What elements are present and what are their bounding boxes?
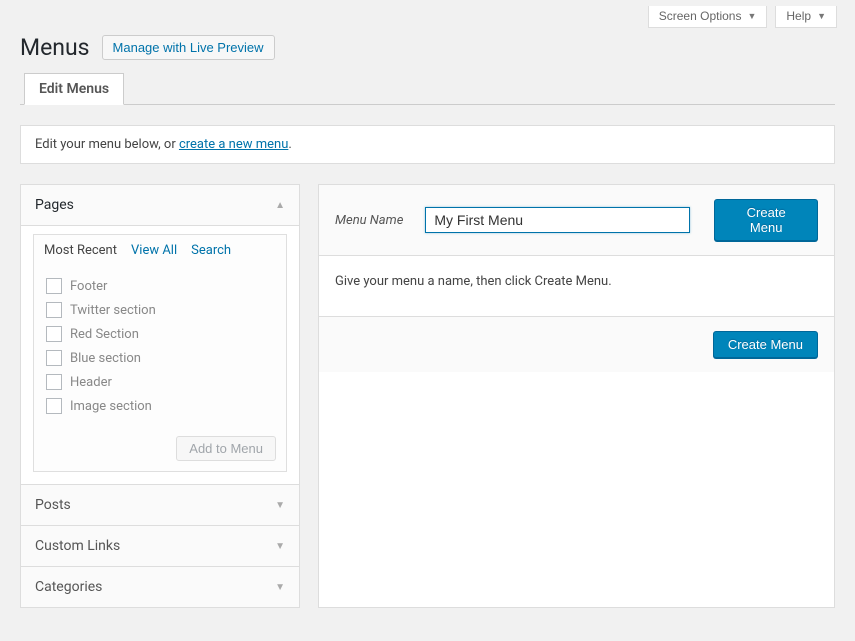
menu-body-text: Give your menu a name, then click Create… xyxy=(319,256,834,316)
menu-name-label: Menu Name xyxy=(335,213,413,228)
pages-tab-view-all[interactable]: View All xyxy=(131,243,177,260)
manage-live-preview-button[interactable]: Manage with Live Preview xyxy=(102,35,275,60)
accordion-custom-links-title[interactable]: Custom Links ▼ xyxy=(21,525,299,566)
page-item[interactable]: Footer xyxy=(46,274,274,298)
chevron-down-icon: ▼ xyxy=(275,582,285,593)
page-item-label: Header xyxy=(70,375,112,390)
chevron-up-icon: ▲ xyxy=(275,200,285,211)
tab-edit-menus[interactable]: Edit Menus xyxy=(24,73,124,105)
page-checkbox[interactable] xyxy=(46,302,62,318)
chevron-down-icon: ▼ xyxy=(275,500,285,511)
menu-name-input[interactable] xyxy=(425,207,690,233)
screen-options-label: Screen Options xyxy=(659,9,742,23)
create-menu-button-top[interactable]: Create Menu xyxy=(714,199,818,241)
page-checkbox[interactable] xyxy=(46,374,62,390)
help-button[interactable]: Help ▼ xyxy=(775,6,837,28)
add-to-menu-button[interactable]: Add to Menu xyxy=(176,436,276,461)
page-checkbox[interactable] xyxy=(46,398,62,414)
page-item[interactable]: Red Section xyxy=(46,322,274,346)
help-label: Help xyxy=(786,9,811,23)
page-item-label: Footer xyxy=(70,279,107,294)
notice-prefix: Edit your menu below, or xyxy=(35,137,179,152)
accordion-pages-label: Pages xyxy=(35,197,74,213)
accordion-pages-content: Most Recent View All Search Footer Twitt… xyxy=(21,226,299,484)
page-item[interactable]: Blue section xyxy=(46,346,274,370)
page-item[interactable]: Twitter section xyxy=(46,298,274,322)
page-item[interactable]: Header xyxy=(46,370,274,394)
screen-options-button[interactable]: Screen Options ▼ xyxy=(648,6,768,28)
accordion-categories-title[interactable]: Categories ▼ xyxy=(21,566,299,607)
menu-items-accordion: Pages ▲ Most Recent View All Search Foot… xyxy=(20,184,300,608)
accordion-custom-links-label: Custom Links xyxy=(35,538,120,554)
chevron-down-icon: ▼ xyxy=(275,541,285,552)
chevron-down-icon: ▼ xyxy=(817,11,826,21)
create-menu-button-bottom[interactable]: Create Menu xyxy=(713,331,818,358)
edit-menu-notice: Edit your menu below, or create a new me… xyxy=(20,125,835,164)
page-item-label: Red Section xyxy=(70,327,139,342)
page-title: Menus xyxy=(20,34,90,61)
accordion-pages-title[interactable]: Pages ▲ xyxy=(21,185,299,226)
page-checkbox[interactable] xyxy=(46,278,62,294)
chevron-down-icon: ▼ xyxy=(747,11,756,21)
menu-edit-panel: Menu Name Create Menu Give your menu a n… xyxy=(318,184,835,608)
create-new-menu-link[interactable]: create a new menu xyxy=(179,137,288,152)
page-checkbox[interactable] xyxy=(46,326,62,342)
page-item-label: Image section xyxy=(70,399,152,414)
page-checkbox[interactable] xyxy=(46,350,62,366)
page-item[interactable]: Image section xyxy=(46,394,274,418)
accordion-posts-title[interactable]: Posts ▼ xyxy=(21,484,299,525)
accordion-categories-label: Categories xyxy=(35,579,102,595)
page-item-label: Blue section xyxy=(70,351,141,366)
page-item-label: Twitter section xyxy=(70,303,156,318)
pages-tab-search[interactable]: Search xyxy=(191,243,231,260)
pages-tab-most-recent[interactable]: Most Recent xyxy=(44,243,117,260)
notice-suffix: . xyxy=(288,137,291,152)
accordion-posts-label: Posts xyxy=(35,497,71,513)
nav-tab-wrapper: Edit Menus xyxy=(20,73,835,105)
